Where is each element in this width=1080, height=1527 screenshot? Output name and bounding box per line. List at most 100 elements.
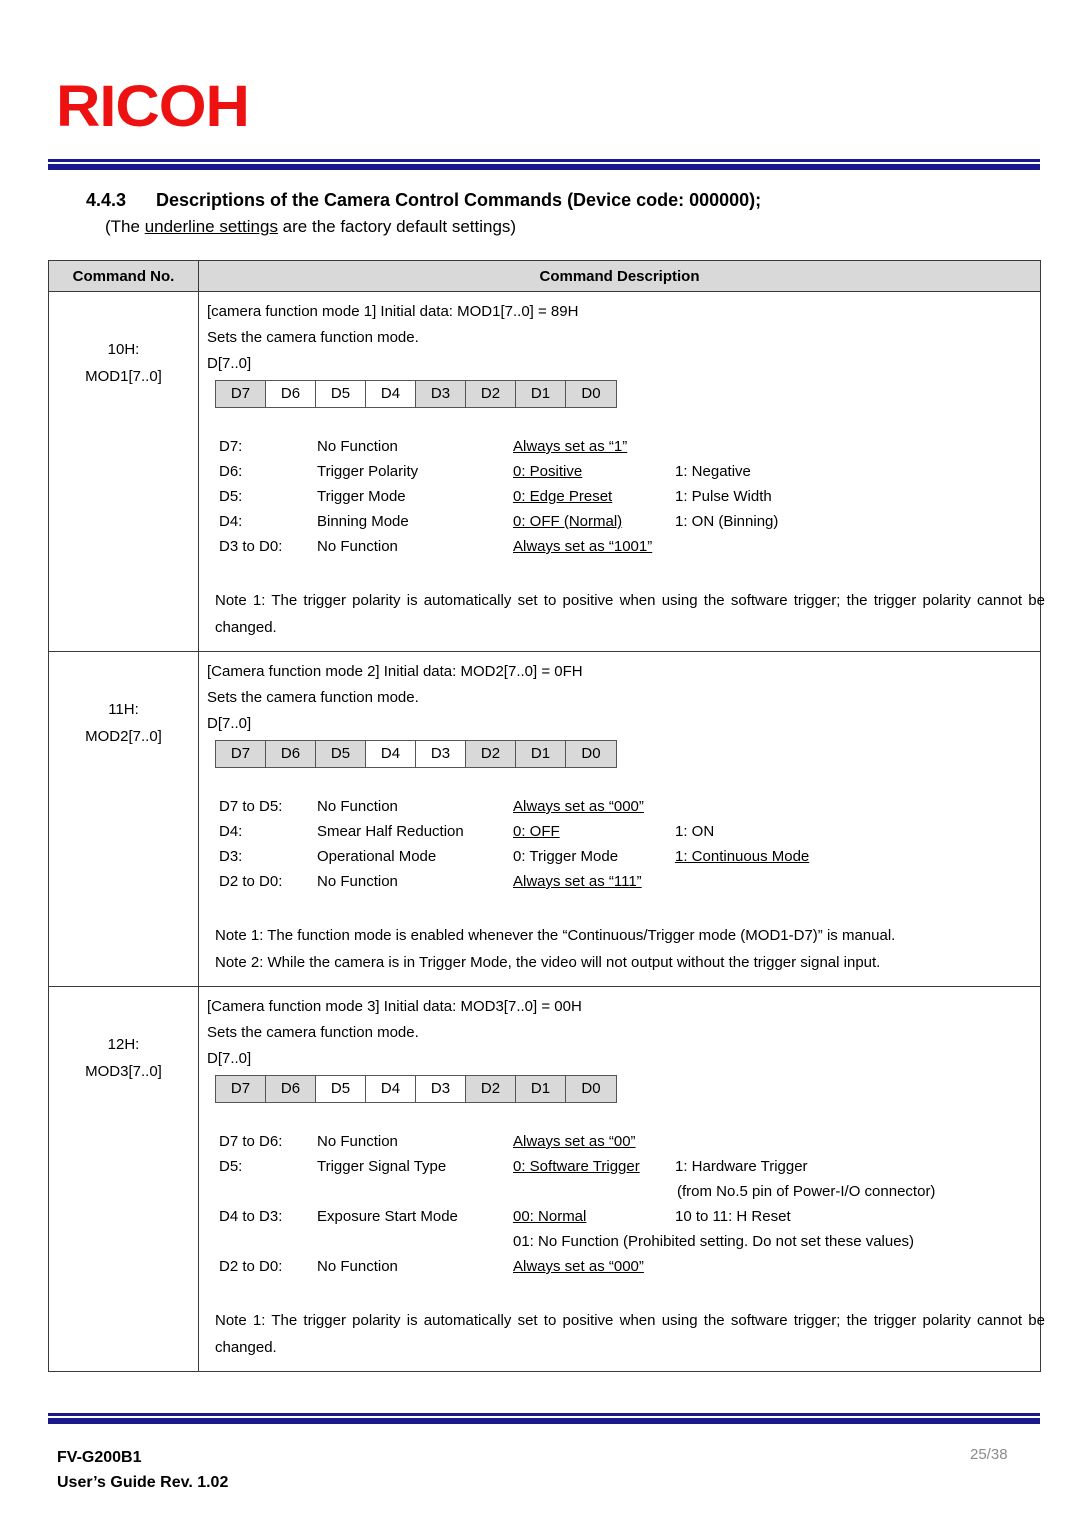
subtitle-suffix: are the factory default settings) <box>277 217 517 236</box>
bit-value-zero-text: 0: OFF <box>513 823 560 840</box>
bit-description-row: D4: Smear Half Reduction 0: OFF 1: ON <box>219 819 1040 844</box>
bit-value-one-text: 1: ON (Binning) <box>675 513 779 530</box>
bit-cell-d7: D7 <box>216 381 266 407</box>
notes-block: Note 1: The trigger polarity is automati… <box>215 587 1045 641</box>
table-header-row: Command No. Command Description <box>48 260 1041 292</box>
data-bits-label: D[7..0] <box>207 715 252 732</box>
bit-value-zero-text: 0: OFF (Normal) <box>513 513 623 530</box>
bit-value-zero: 0: OFF <box>513 819 675 844</box>
bit-description-row: D5: Trigger Mode 0: Edge Preset 1: Pulse Wi… <box>219 484 1040 509</box>
subtitle-prefix: (The <box>105 217 145 236</box>
bit-description-row: D2 to D0: No Function Always set as “111” <box>219 869 1040 894</box>
bit-value-one-text: 1: Negative <box>675 463 751 480</box>
bit-value-one: 1: Negative <box>675 459 751 484</box>
table-row: 10H: MOD1[7..0] [camera function mode 1] I… <box>48 291 1045 652</box>
bit-label: D7 to D6: <box>219 1133 283 1150</box>
document-page: RICOH 4.4.3 Descriptions of the Camera Co… <box>0 0 1080 1527</box>
bit-value-zero-text: Always set as “000” <box>513 1258 644 1275</box>
bit-cell-d4: D4 <box>366 381 416 407</box>
bit-description-row: D6: Trigger Polarity 0: Positive 1: Negativ… <box>219 459 1040 484</box>
command-description-cell: [Camera function mode 3] Initial data: M… <box>198 986 1045 1372</box>
table-row: 12H: MOD3[7..0] [Camera function mode 3] I… <box>48 986 1045 1372</box>
bit-cell-d6: D6 <box>266 1076 316 1102</box>
bit-value-one-text: 1: Continuous Mode <box>675 848 810 865</box>
command-code: 11H: <box>108 701 139 718</box>
bit-value-one: 1: ON (Binning) <box>675 509 778 534</box>
section-heading: 4.4.3 Descriptions of the Camera Control … <box>48 188 1048 212</box>
bit-value-one-text: 1: Hardware Trigger <box>675 1158 808 1175</box>
bit-value-zero-text: 0: Software Trigger <box>513 1158 640 1175</box>
bit-value-zero: Always set as “00” <box>513 1129 675 1154</box>
bit-cell-d6: D6 <box>266 381 316 407</box>
bit-cell-d0: D0 <box>566 1076 616 1102</box>
table-row: 11H: MOD2[7..0] [Camera function mode 2] I… <box>48 651 1041 987</box>
bit-value-zero: Always set as “1” <box>513 434 675 459</box>
footer-guide: User’s Guide Rev. 1.02 <box>57 1474 229 1491</box>
bit-description-list: D7: No Function Always set as “1” D6: Trigge… <box>219 434 1040 559</box>
data-bits-label: D[7..0] <box>207 1050 252 1067</box>
bit-value-zero: 0: Trigger Mode <box>513 844 675 869</box>
bit-value-zero-text: Always set as “1001” <box>513 538 653 555</box>
data-bits-label: D[7..0] <box>207 355 252 372</box>
bit-cell-d3: D3 <box>416 381 466 407</box>
bit-value-one-text: 10 to 11: H Reset <box>675 1208 791 1225</box>
bit-value-zero-text: 0: Trigger Mode <box>513 848 619 865</box>
bit-value-zero-text: Always set as “1” <box>513 438 628 455</box>
sets-mode-line: Sets the camera function mode. <box>207 1024 419 1041</box>
note-line: Note 1: The trigger polarity is automati… <box>215 1312 1045 1356</box>
bit-description-row: (from No.5 pin of Power-I/O connector) <box>219 1179 1040 1204</box>
bit-cell-d0: D0 <box>566 381 616 407</box>
bit-cell-d6: D6 <box>266 741 316 767</box>
command-description-cell: [camera function mode 1] Initial data: M… <box>198 291 1045 652</box>
bit-function: No Function <box>317 538 398 555</box>
bit-function: Smear Half Reduction <box>317 823 464 840</box>
bit-function: No Function <box>317 798 398 815</box>
bit-value-one: 1: Hardware Trigger <box>675 1154 808 1179</box>
bit-label: D2 to D0: <box>219 1258 283 1275</box>
bit-function: No Function <box>317 1258 398 1275</box>
bit-value-zero: 0: Software Trigger <box>513 1154 675 1179</box>
bit-description-row: 01: No Function (Prohibited setting. Do … <box>219 1229 1040 1254</box>
header-command-description: Command Description <box>198 260 1041 292</box>
command-register: MOD3[7..0] <box>85 1063 162 1080</box>
bit-cell-d1: D1 <box>516 381 566 407</box>
page-number: 25/38 <box>970 1446 1008 1463</box>
bit-label: D5: <box>219 488 243 505</box>
header-rule <box>48 159 1040 170</box>
logo-text: RICOH <box>56 74 250 139</box>
bit-value-one: 1: Continuous Mode <box>675 844 809 869</box>
bit-value-zero-text: Always set as “000” <box>513 798 644 815</box>
section-number: 4.4.3 <box>86 190 127 210</box>
bit-value-zero: 0: Edge Preset <box>513 484 675 509</box>
notes-block: Note 1: The trigger polarity is automati… <box>215 1307 1045 1361</box>
footer-model: FV-G200B1 <box>57 1449 142 1466</box>
bit-value-zero-text: 0: Positive <box>513 463 583 480</box>
bit-function: Binning Mode <box>317 513 409 530</box>
bit-function: No Function <box>317 438 398 455</box>
bit-label: D4 to D3: <box>219 1208 283 1225</box>
bit-map-row: D7 D6 D5 D4 D3 D2 D1 D0 <box>215 380 617 408</box>
bit-value-one: 1: ON <box>675 819 714 844</box>
bit-cell-d0: D0 <box>566 741 616 767</box>
command-register: MOD1[7..0] <box>85 368 162 385</box>
rule-thick-line <box>48 164 1040 170</box>
bit-label: D7 to D5: <box>219 798 283 815</box>
bit-function: No Function <box>317 873 398 890</box>
bit-cell-d3: D3 <box>416 1076 466 1102</box>
bit-value-one-text: 1: ON <box>675 823 715 840</box>
bit-description-row: D7: No Function Always set as “1” <box>219 434 1040 459</box>
note-line: Note 1: The trigger polarity is automati… <box>215 592 1045 636</box>
bit-label: D4: <box>219 513 243 530</box>
bit-description-row: D2 to D0: No Function Always set as “000” <box>219 1254 1040 1279</box>
bit-value-zero-text: 00: Normal <box>513 1208 587 1225</box>
subtitle-underlined: underline settings <box>144 217 278 236</box>
bit-value-one: 10 to 11: H Reset <box>675 1204 791 1229</box>
sets-mode-line: Sets the camera function mode. <box>207 689 419 706</box>
section-subtitle: (The underline settings are the factory … <box>48 215 1048 239</box>
bit-label: D3 to D0: <box>219 538 283 555</box>
bit-map-row: D7 D6 D5 D4 D3 D2 D1 D0 <box>215 1075 617 1103</box>
bit-value-zero-text: Always set as “00” <box>513 1133 636 1150</box>
bit-description-row: D3 to D0: No Function Always set as “1001” <box>219 534 1040 559</box>
initial-data-line: [camera function mode 1] Initial data: M… <box>207 303 579 320</box>
bit-cell-d1: D1 <box>516 1076 566 1102</box>
